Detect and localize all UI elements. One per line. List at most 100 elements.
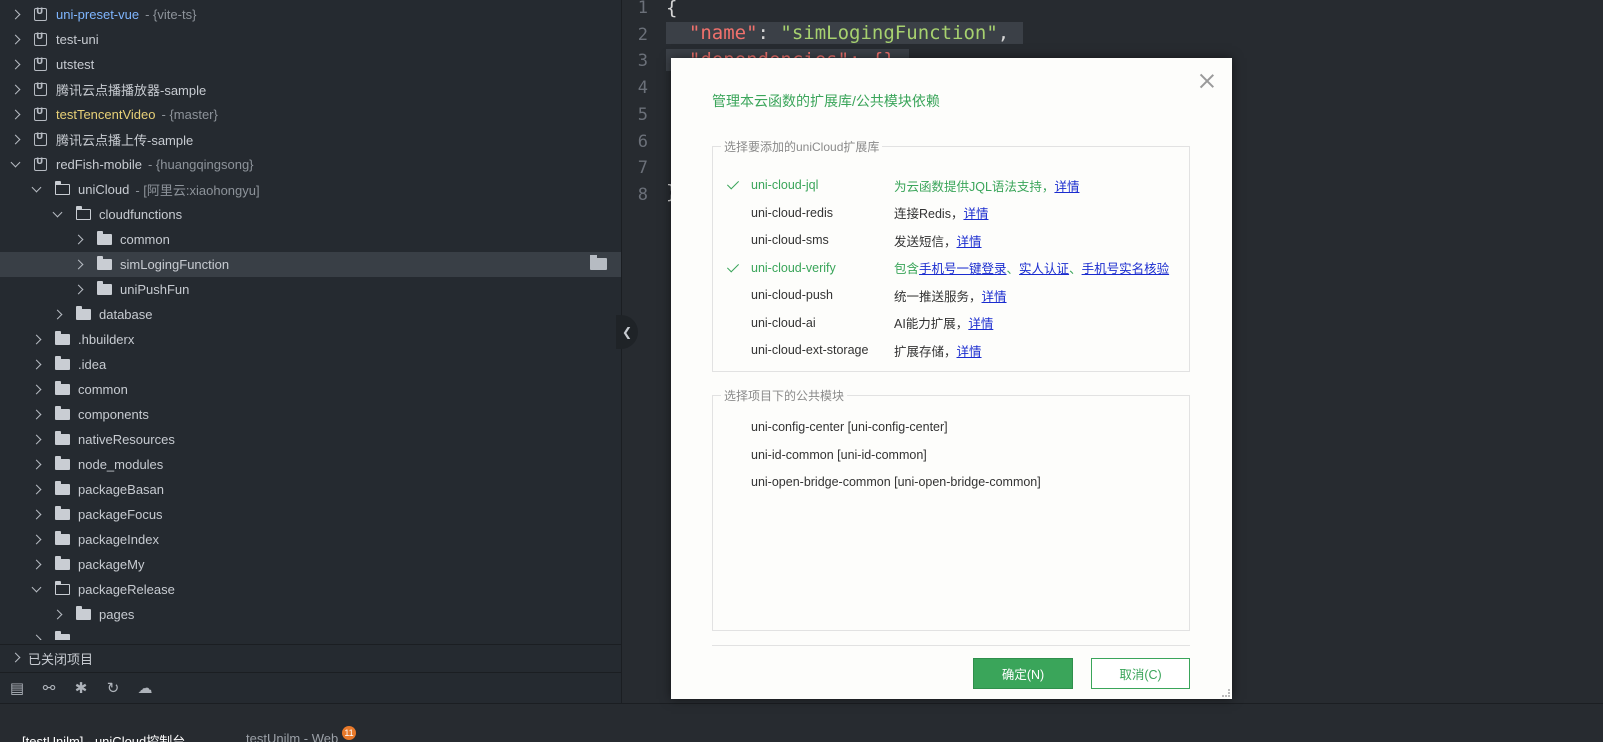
tree-folder-item[interactable] bbox=[0, 627, 621, 640]
chevron-right-icon[interactable] bbox=[73, 234, 85, 246]
chevron-right-icon[interactable] bbox=[31, 434, 43, 446]
extension-name: uni-cloud-ext-storage bbox=[751, 343, 869, 357]
extension-option[interactable]: uni-cloud-jql 为云函数提供JQL语法支持，详情 bbox=[713, 171, 1189, 199]
tree-folder-item[interactable]: common bbox=[0, 377, 621, 402]
chevron-down-icon[interactable] bbox=[31, 184, 43, 196]
details-link[interactable]: 详情 bbox=[968, 317, 993, 331]
tree-folder-item[interactable]: nativeResources bbox=[0, 427, 621, 452]
tree-folder-item[interactable]: packageMy bbox=[0, 552, 621, 577]
details-link[interactable]: 详情 bbox=[957, 235, 982, 249]
chevron-down-icon[interactable] bbox=[52, 209, 64, 221]
hbuilderx-window: uni-preset-vue - {vite-ts} test-uni utstest… bbox=[0, 0, 1603, 742]
tree-folder-item[interactable]: uniCloud - [阿里云:xiaohongyu] bbox=[0, 177, 621, 202]
tab-web[interactable]: testUnilm - Web bbox=[246, 731, 338, 742]
project-item[interactable]: test-uni bbox=[0, 27, 621, 52]
checkbox-empty[interactable] bbox=[727, 233, 741, 247]
details-link[interactable]: 实人认证 bbox=[1019, 262, 1069, 276]
chevron-right-icon[interactable] bbox=[31, 334, 43, 346]
chevron-right-icon[interactable] bbox=[10, 34, 22, 46]
extension-option[interactable]: uni-cloud-ai AI能力扩展，详情 bbox=[713, 309, 1189, 337]
chevron-right-icon[interactable] bbox=[52, 609, 64, 621]
chevron-down-icon[interactable] bbox=[10, 159, 22, 171]
checkbox-empty[interactable] bbox=[727, 206, 741, 220]
project-explorer-icon[interactable]: ▤ bbox=[8, 680, 26, 696]
binoculars-icon[interactable]: ⚯ bbox=[40, 680, 58, 696]
checkbox-empty[interactable] bbox=[727, 343, 741, 357]
chevron-right-icon[interactable] bbox=[10, 9, 22, 21]
common-module-option[interactable]: uni-id-common [uni-id-common] bbox=[751, 448, 927, 462]
details-link[interactable]: 手机号实名核验 bbox=[1082, 262, 1170, 276]
folder-icon bbox=[55, 631, 70, 640]
line-number: 4 bbox=[637, 78, 648, 99]
chevron-right-icon[interactable] bbox=[52, 309, 64, 321]
chevron-right-icon[interactable] bbox=[10, 84, 22, 96]
tree-folder-item[interactable]: node_modules bbox=[0, 452, 621, 477]
details-link[interactable]: 详情 bbox=[963, 207, 988, 221]
chevron-right-icon[interactable] bbox=[31, 509, 43, 521]
resize-grip-icon[interactable] bbox=[1222, 689, 1230, 697]
close-icon[interactable] bbox=[1198, 72, 1216, 90]
tab-unicloud-console[interactable]: [testUnilm] - uniCloud控制台 bbox=[22, 731, 185, 742]
chevron-right-icon[interactable] bbox=[10, 109, 22, 121]
open-folder-icon[interactable] bbox=[590, 255, 607, 270]
checkbox-empty[interactable] bbox=[727, 288, 741, 302]
chevron-right-icon[interactable] bbox=[31, 409, 43, 421]
chevron-down-icon[interactable] bbox=[31, 584, 43, 596]
extension-option[interactable]: uni-cloud-verify 包含手机号一键登录、实人认证、手机号实名核验 bbox=[713, 254, 1189, 282]
tree-folder-item[interactable]: packageFocus bbox=[0, 502, 621, 527]
tree-folder-item[interactable]: common bbox=[0, 227, 621, 252]
refresh-icon[interactable]: ↻ bbox=[104, 680, 122, 696]
project-item[interactable]: utstest bbox=[0, 52, 621, 77]
closed-projects-item[interactable]: 已关闭项目 bbox=[0, 644, 621, 671]
extension-option[interactable]: uni-cloud-redis 连接Redis，详情 bbox=[713, 199, 1189, 227]
chevron-right-icon[interactable] bbox=[31, 459, 43, 471]
folder-icon bbox=[97, 231, 112, 245]
common-module-option[interactable]: uni-config-center [uni-config-center] bbox=[751, 420, 948, 434]
chevron-right-icon[interactable] bbox=[73, 284, 85, 296]
chevron-right-icon[interactable] bbox=[31, 359, 43, 371]
project-item[interactable]: redFish-mobile - {huangqingsong} bbox=[0, 152, 621, 177]
project-item[interactable]: testTencentVideo - {master} bbox=[0, 102, 621, 127]
tree-folder-item[interactable]: packageIndex bbox=[0, 527, 621, 552]
extension-option[interactable]: uni-cloud-ext-storage 扩展存储，详情 bbox=[713, 336, 1189, 364]
tree-folder-item[interactable]: pages bbox=[0, 602, 621, 627]
tree-folder-item[interactable]: database bbox=[0, 302, 621, 327]
chevron-right-icon[interactable] bbox=[31, 634, 43, 641]
extension-option[interactable]: uni-cloud-sms 发送短信，详情 bbox=[713, 226, 1189, 254]
chevron-right-icon[interactable] bbox=[73, 259, 85, 271]
line-number: 7 bbox=[637, 158, 648, 179]
checkbox-empty[interactable] bbox=[727, 316, 741, 330]
chevron-right-icon[interactable] bbox=[10, 59, 22, 71]
details-link[interactable]: 详情 bbox=[957, 345, 982, 359]
project-item[interactable]: 腾讯云点播上传-sample bbox=[0, 127, 621, 152]
chevron-right-icon[interactable] bbox=[31, 534, 43, 546]
dialog-title: 管理本云函数的扩展库/公共模块依赖 bbox=[712, 93, 940, 109]
project-item[interactable]: uni-preset-vue - {vite-ts} bbox=[0, 2, 621, 27]
chevron-right-icon[interactable] bbox=[31, 384, 43, 396]
cloud-icon[interactable]: ☁ bbox=[136, 680, 154, 696]
confirm-button[interactable]: 确定(N) bbox=[973, 658, 1073, 689]
tree-folder-item[interactable]: .idea bbox=[0, 352, 621, 377]
tree-folder-item[interactable]: simLogingFunction bbox=[0, 252, 621, 277]
checkmark-icon[interactable] bbox=[727, 178, 741, 192]
details-link[interactable]: 手机号一键登录 bbox=[919, 262, 1007, 276]
chevron-right-icon[interactable] bbox=[31, 559, 43, 571]
tree-folder-item[interactable]: components bbox=[0, 402, 621, 427]
chevron-right-icon[interactable] bbox=[31, 484, 43, 496]
tree-folder-item[interactable]: packageBasan bbox=[0, 477, 621, 502]
cancel-button[interactable]: 取消(C) bbox=[1091, 658, 1190, 689]
tree-folder-item[interactable]: packageRelease bbox=[0, 577, 621, 602]
project-item[interactable]: 腾讯云点播播放器-sample bbox=[0, 77, 621, 102]
tree-folder-item[interactable]: cloudfunctions bbox=[0, 202, 621, 227]
chevron-right-icon[interactable] bbox=[10, 134, 22, 146]
details-link[interactable]: 详情 bbox=[982, 290, 1007, 304]
common-module-option[interactable]: uni-open-bridge-common [uni-open-bridge-… bbox=[751, 475, 1041, 489]
tree-folder-item[interactable]: uniPushFun bbox=[0, 277, 621, 302]
tree-folder-item[interactable]: .hbuilderx bbox=[0, 327, 621, 352]
checkmark-icon[interactable] bbox=[727, 261, 741, 275]
extension-option[interactable]: uni-cloud-push 统一推送服务，详情 bbox=[713, 281, 1189, 309]
details-link[interactable]: 详情 bbox=[1054, 180, 1079, 194]
folder-icon bbox=[55, 331, 70, 345]
tree-item-label: uni-preset-vue bbox=[56, 7, 140, 22]
bug-icon[interactable]: ✱ bbox=[72, 680, 90, 696]
